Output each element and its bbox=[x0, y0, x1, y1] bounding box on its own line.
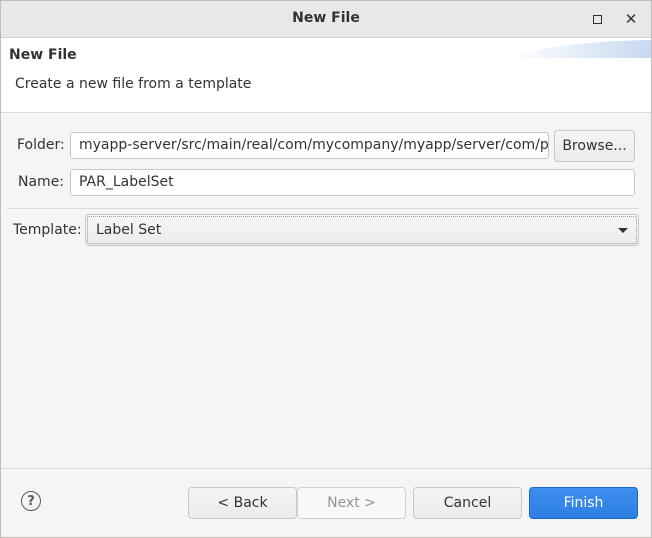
template-label: Template: bbox=[13, 222, 82, 238]
chevron-down-icon bbox=[618, 228, 628, 233]
back-button[interactable]: < Back bbox=[188, 487, 297, 519]
next-button: Next > bbox=[297, 487, 406, 519]
cancel-button[interactable]: Cancel bbox=[413, 487, 522, 519]
template-select[interactable]: Label Set bbox=[85, 214, 639, 246]
close-button[interactable]: ✕ bbox=[621, 9, 641, 29]
close-icon: ✕ bbox=[624, 10, 638, 28]
help-icon[interactable]: ? bbox=[21, 491, 41, 511]
title-bar[interactable]: New File ✕ bbox=[1, 1, 651, 38]
footer-separator bbox=[1, 468, 651, 469]
maximize-button[interactable] bbox=[587, 9, 607, 29]
wizard-banner: New File Create a new file from a templa… bbox=[1, 38, 651, 113]
new-file-dialog: New File ✕ New File Create a new file fr… bbox=[0, 0, 652, 538]
name-input[interactable]: PAR_LabelSet bbox=[70, 169, 635, 196]
template-selected-value: Label Set bbox=[96, 222, 162, 238]
browse-button[interactable]: Browse... bbox=[554, 130, 635, 162]
finish-button[interactable]: Finish bbox=[529, 487, 638, 519]
form-separator bbox=[7, 208, 639, 209]
window-title: New File bbox=[292, 10, 360, 26]
banner-description: Create a new file from a template bbox=[15, 76, 252, 92]
folder-input[interactable]: myapp-server/src/main/real/com/mycompany… bbox=[70, 132, 549, 159]
folder-label: Folder: bbox=[17, 137, 65, 153]
maximize-icon bbox=[592, 14, 602, 24]
banner-title: New File bbox=[9, 47, 77, 63]
name-label: Name: bbox=[18, 174, 65, 190]
banner-graphic bbox=[511, 40, 651, 58]
